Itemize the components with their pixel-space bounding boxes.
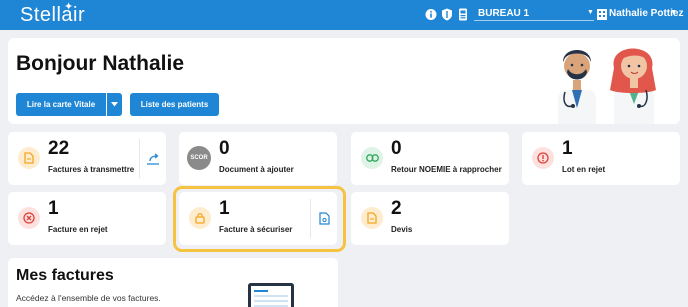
top-bar: Stellair ✦ BUREAU 1 ▼ Nathalie Pottiez ▼	[0, 0, 688, 30]
info-icon[interactable]	[425, 8, 437, 21]
doctors-illustration	[558, 48, 656, 124]
office-select-underline	[474, 20, 594, 21]
tile-count: 22	[48, 138, 70, 159]
tile-count: 2	[391, 198, 402, 219]
card-reader-icon[interactable]	[457, 8, 469, 21]
tile-quotes[interactable]: 2 Devis	[351, 192, 509, 245]
welcome-card: Bonjour Nathalie Lire la carte Vitale Li…	[8, 38, 680, 124]
my-invoices-description: Accédez à l'ensemble de vos factures.	[16, 293, 161, 303]
chevron-down-icon	[111, 102, 118, 107]
tile-invoice-rejected[interactable]: 1 Facture en rejet	[8, 192, 166, 245]
link-icon	[361, 147, 383, 169]
user-menu-chevron-icon[interactable]: ▼	[670, 9, 677, 16]
my-invoices-card[interactable]: Mes factures Accédez à l'ensemble de vos…	[8, 258, 338, 307]
tile-count: 0	[219, 138, 230, 159]
shield-icon[interactable]	[441, 8, 453, 21]
document-icon	[361, 207, 383, 229]
building-icon	[597, 9, 607, 20]
tile-batch-rejected[interactable]: 1 Lot en rejet	[522, 132, 680, 185]
laptop-illustration	[248, 283, 294, 307]
tile-label: Factures à transmettre	[48, 165, 135, 174]
scor-badge-icon: SCOR	[187, 146, 211, 170]
tile-label: Retour NOEMIE à rapprocher	[391, 165, 502, 174]
alert-icon	[532, 147, 554, 169]
tile-count: 0	[391, 138, 402, 159]
sparkle-icon: ✦	[64, 1, 74, 13]
send-icon	[147, 152, 159, 165]
chevron-down-icon: ▼	[587, 9, 594, 16]
tile-count: 1	[48, 198, 59, 219]
vitale-dropdown-button[interactable]	[107, 93, 122, 116]
my-invoices-title: Mes factures	[16, 267, 114, 284]
stellair-logo[interactable]: Stellair ✦	[20, 1, 86, 27]
highlight-frame	[173, 186, 346, 252]
tile-count: 1	[562, 138, 573, 159]
patient-list-button[interactable]: Liste des patients	[130, 93, 219, 116]
logo-text: Stellair	[20, 4, 86, 26]
read-vitale-card-button[interactable]: Lire la carte Vitale	[16, 93, 106, 116]
tile-label: Lot en rejet	[562, 165, 606, 174]
document-icon	[18, 147, 40, 169]
tile-label: Devis	[391, 225, 413, 234]
tile-label: Document à ajouter	[219, 165, 294, 174]
greeting-title: Bonjour Nathalie	[16, 52, 185, 75]
tile-invoices-to-transmit[interactable]: 22 Factures à transmettre	[8, 132, 166, 185]
tile-document-to-add[interactable]: SCOR 0 Document à ajouter	[179, 132, 337, 185]
error-icon	[18, 207, 40, 229]
tile-label: Facture en rejet	[48, 225, 108, 234]
office-select-value: BUREAU 1	[478, 8, 530, 19]
tile-noemie-return[interactable]: 0 Retour NOEMIE à rapprocher	[351, 132, 509, 185]
send-button[interactable]	[139, 139, 166, 178]
